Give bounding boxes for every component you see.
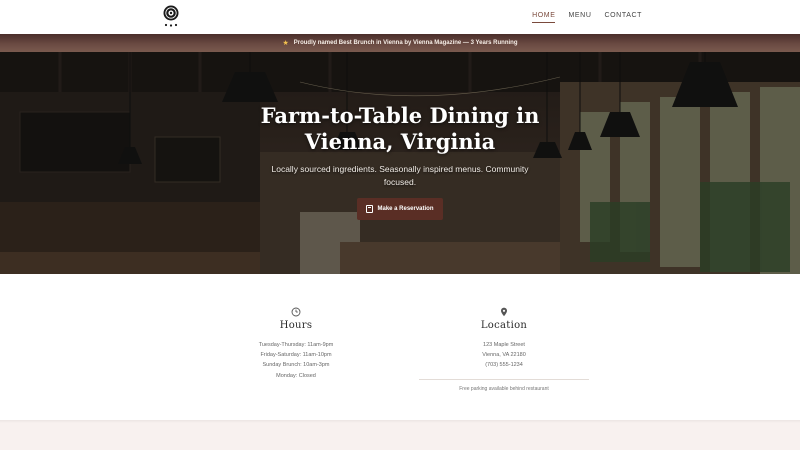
map-pin-icon	[499, 304, 509, 317]
restaurant-crest-logo[interactable]	[161, 4, 181, 28]
parking-note: Free parking available behind restaurant	[459, 385, 549, 392]
location-block: Location 123 Maple Street Vienna, VA 221…	[414, 274, 594, 392]
hours-line: Sunday Brunch: 10am-3pm	[262, 362, 330, 369]
hours-list: Tuesday-Thursday: 11am-9pm Friday-Saturd…	[206, 340, 386, 381]
hero-section: Farm-to-Table Dining in Vienna, Virginia…	[0, 52, 800, 274]
hours-line: Tuesday-Thursday: 11am-9pm	[258, 342, 334, 348]
next-section-strip	[0, 420, 800, 450]
nav-home-link[interactable]: HOME	[532, 12, 556, 23]
nav-menu-link[interactable]: MENU	[568, 12, 591, 23]
hours-line: Monday: Closed	[276, 372, 316, 379]
star-icon: ★	[282, 40, 289, 47]
hero-subtitle: Locally sourced ingredients. Seasonally …	[271, 164, 529, 187]
hours-line: Friday-Saturday: 11am-10pm	[260, 352, 332, 359]
make-reservation-label: Make a Reservation	[377, 206, 434, 212]
main-nav: HOME MENU CONTACT	[532, 12, 642, 23]
hours-block: Hours Tuesday-Thursday: 11am-9pm Friday-…	[206, 274, 386, 381]
address-list: 123 Maple Street Vienna, VA 22180 (703) …	[414, 340, 594, 371]
phone-number-link[interactable]: (703) 555-1234	[414, 360, 594, 370]
announcement-bar: ★ Proudly named Best Brunch in Vienna by…	[0, 34, 800, 52]
section-divider-shadow	[0, 420, 800, 423]
site-header: HOME MENU CONTACT	[0, 0, 800, 34]
hours-title: Hours	[279, 320, 313, 331]
make-reservation-button[interactable]: Make a Reservation	[357, 198, 443, 220]
location-divider	[419, 378, 589, 380]
address-city: Vienna, VA 22180	[482, 352, 526, 359]
address-street: 123 Maple Street	[483, 342, 525, 348]
location-title: Location	[480, 320, 528, 331]
hero-title: Farm-to-Table Dining in Vienna, Virginia	[260, 103, 540, 154]
nav-contact-link[interactable]: CONTACT	[604, 12, 642, 23]
announcement-text: Proudly named Best Brunch in Vienna by V…	[293, 40, 518, 46]
clock-icon	[291, 304, 301, 317]
calendar-icon	[366, 205, 374, 213]
info-section: Hours Tuesday-Thursday: 11am-9pm Friday-…	[0, 274, 800, 420]
